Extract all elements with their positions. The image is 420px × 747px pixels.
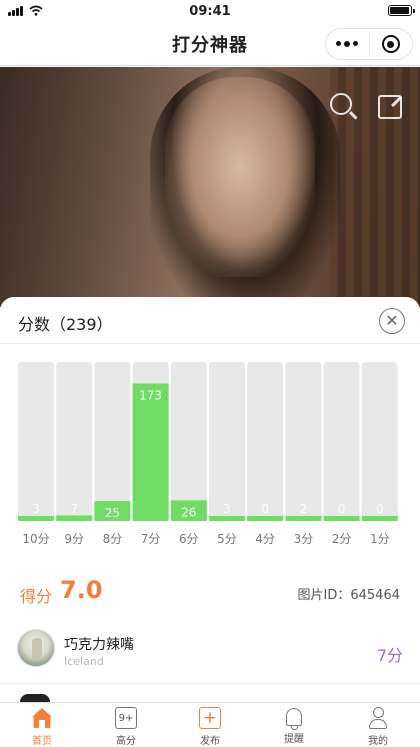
- category-label: 8分: [103, 532, 123, 546]
- category-label: 4分: [255, 532, 275, 546]
- score-label: 得分: [20, 587, 53, 606]
- tab-publish[interactable]: + 发布: [168, 703, 252, 747]
- bell-icon: [286, 708, 302, 730]
- publish-icon-glyph: +: [202, 707, 218, 728]
- bar: [247, 516, 284, 521]
- bar: [209, 516, 245, 521]
- bar: [361, 516, 398, 521]
- bar-track: [285, 362, 322, 521]
- tab-profile[interactable]: 我的: [336, 703, 420, 747]
- tab-label: 我的: [368, 736, 388, 747]
- tab-label: 提醒: [284, 734, 304, 745]
- bar-value-label: 25: [105, 506, 120, 520]
- bar-value-label: 0: [261, 502, 269, 516]
- bar: [56, 515, 93, 521]
- commenter-location: Iceland: [64, 655, 104, 668]
- category-label: 1分: [370, 532, 390, 546]
- avatar[interactable]: [17, 629, 55, 667]
- bar-value-label: 3: [32, 502, 40, 516]
- score-distribution-chart: 3 10分 7 9分 25 8分 173 7分 26 6分 3 5分 0 4分 2 3分 0 2分 0 1分: [18, 362, 398, 546]
- user-icon: [367, 707, 389, 729]
- bar-value-label: 0: [376, 502, 384, 516]
- tab-label: 首页: [32, 736, 52, 747]
- bar-track: [56, 362, 93, 521]
- bar-value-label: 173: [139, 388, 162, 402]
- tab-bar: 首页 9+ 高分 + 发布 提醒 我的: [0, 702, 420, 747]
- photo-id: 图片ID：645464: [297, 588, 400, 603]
- category-label: 6分: [179, 532, 199, 546]
- bar-track: [323, 362, 360, 521]
- tab-reminders[interactable]: 提醒: [252, 703, 336, 747]
- category-label: 7分: [141, 532, 161, 546]
- bar-value-label: 7: [70, 502, 78, 516]
- bar: [285, 516, 322, 521]
- bar-track: [209, 362, 245, 521]
- bar-value-label: 0: [338, 502, 346, 516]
- comment-score: 7分: [376, 646, 403, 665]
- publish-icon: +: [199, 707, 221, 729]
- score-icon-glyph: 9+: [118, 712, 134, 724]
- category-label: 10分: [22, 532, 49, 546]
- category-label: 5分: [217, 532, 237, 546]
- score-icon: 9+: [115, 707, 137, 729]
- bar-track: [18, 362, 54, 521]
- bar-track: [94, 362, 131, 521]
- tab-label: 高分: [116, 736, 136, 747]
- category-label: 3分: [294, 532, 314, 546]
- comment-item[interactable]: 巧克力辣嘴 Iceland 7分: [0, 622, 420, 684]
- category-label: 9分: [64, 532, 84, 546]
- home-icon: [32, 708, 52, 728]
- bar-track: [247, 362, 284, 521]
- avatar: [20, 694, 50, 702]
- commenter-name: 巧克力辣嘴: [64, 637, 134, 653]
- tab-high-score[interactable]: 9+ 高分: [84, 703, 168, 747]
- bar: [132, 383, 169, 521]
- bar: [18, 516, 54, 521]
- bar-track: [361, 362, 398, 521]
- category-label: 2分: [332, 532, 352, 546]
- bar-track: [170, 362, 207, 521]
- bar: [323, 516, 360, 521]
- bar-value-label: 26: [181, 505, 196, 519]
- tab-home[interactable]: 首页: [0, 703, 84, 747]
- bar-value-label: 2: [300, 502, 308, 516]
- bar-value-label: 3: [223, 502, 231, 516]
- score-value: 7.0: [60, 576, 103, 604]
- score-row: 得分 7.0 图片ID：645464: [0, 576, 420, 610]
- tab-label: 发布: [200, 736, 220, 747]
